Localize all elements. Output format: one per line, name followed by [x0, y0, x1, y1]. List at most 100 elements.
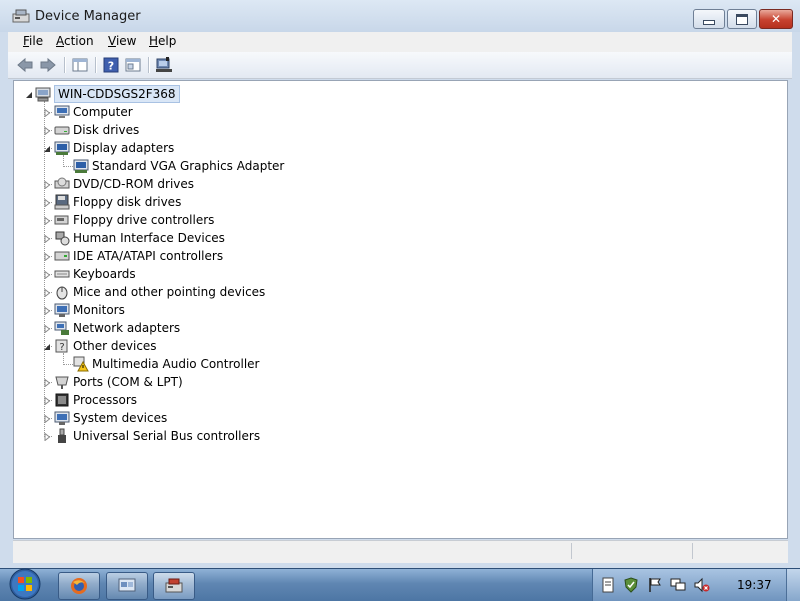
menu-file[interactable]: File	[23, 34, 43, 48]
close-button[interactable]: ✕	[759, 9, 793, 29]
tree-category-row[interactable]: Disk drives	[14, 121, 774, 139]
category-label[interactable]: Floppy drive controllers	[73, 212, 214, 228]
device-manager-taskbar-icon	[165, 578, 183, 593]
category-label[interactable]: Other devices	[73, 338, 157, 354]
expand-arrow-icon[interactable]	[42, 252, 51, 261]
tree-category-row[interactable]: System devices	[14, 409, 774, 427]
category-label[interactable]: Display adapters	[73, 140, 174, 156]
help-button[interactable]: ?	[101, 55, 121, 75]
category-label[interactable]: Universal Serial Bus controllers	[73, 428, 260, 444]
expand-arrow-icon[interactable]	[42, 432, 51, 441]
collapse-arrow-icon[interactable]	[42, 342, 51, 351]
menu-view[interactable]: View	[108, 34, 136, 48]
category-label[interactable]: Processors	[73, 392, 137, 408]
tree-category-row[interactable]: Mice and other pointing devices	[14, 283, 774, 301]
category-label[interactable]: System devices	[73, 410, 167, 426]
device-tree-pane[interactable]: WIN-CDDSGS2F368 Computer Disk drives Displ…	[13, 80, 788, 539]
taskbar-firefox-button[interactable]	[58, 572, 100, 600]
expand-arrow-icon[interactable]	[42, 126, 51, 135]
taskbar: 19:37	[0, 568, 800, 601]
tree-category-row[interactable]: Floppy disk drives	[14, 193, 774, 211]
minimize-button[interactable]	[693, 9, 725, 29]
title-bar[interactable]: Device Manager ✕	[0, 0, 800, 32]
network-tray-icon[interactable]	[670, 577, 686, 593]
menu-view-accel: V	[108, 34, 116, 48]
device-label[interactable]: Standard VGA Graphics Adapter	[92, 158, 284, 174]
category-label[interactable]: Ports (COM & LPT)	[73, 374, 183, 390]
tree-root-label[interactable]: WIN-CDDSGS2F368	[54, 85, 180, 103]
tree-category-row[interactable]: Computer	[14, 103, 774, 121]
category-label[interactable]: Network adapters	[73, 320, 180, 336]
expand-arrow-icon[interactable]	[42, 396, 51, 405]
maximize-button[interactable]	[727, 9, 757, 29]
volume-muted-icon[interactable]	[694, 577, 710, 593]
tree-category-row[interactable]: Monitors	[14, 301, 774, 319]
tree-category-row[interactable]: Network adapters	[14, 319, 774, 337]
device-label[interactable]: Multimedia Audio Controller	[92, 356, 259, 372]
show-desktop-button[interactable]	[786, 569, 800, 601]
expand-arrow-icon[interactable]	[42, 198, 51, 207]
tree-category-row[interactable]: Ports (COM & LPT)	[14, 373, 774, 391]
expand-arrow-icon[interactable]	[42, 234, 51, 243]
tree-category-row[interactable]: Universal Serial Bus controllers	[14, 427, 774, 445]
properties-icon	[125, 58, 141, 72]
expand-arrow-icon[interactable]	[42, 414, 51, 423]
maximize-icon	[736, 13, 748, 25]
toolbar-separator	[95, 57, 97, 73]
taskbar-network-button[interactable]	[106, 572, 148, 600]
category-label[interactable]: Keyboards	[73, 266, 136, 282]
category-label[interactable]: DVD/CD-ROM drives	[73, 176, 194, 192]
menu-help[interactable]: Help	[149, 34, 176, 48]
clock[interactable]: 19:37	[737, 578, 772, 592]
tree-device-row[interactable]: Multimedia Audio Controller	[14, 355, 774, 373]
tree-category-row[interactable]: Display adapters	[14, 139, 774, 157]
category-label[interactable]: Computer	[73, 104, 133, 120]
forward-button[interactable]	[38, 55, 58, 75]
tree-category-row[interactable]: ? Other devices	[14, 337, 774, 355]
expand-arrow-icon[interactable]	[42, 108, 51, 117]
show-hide-tree-button[interactable]	[70, 55, 90, 75]
expand-arrow-icon[interactable]	[42, 324, 51, 333]
expanded-triangle-icon	[25, 91, 32, 98]
category-label[interactable]: Mice and other pointing devices	[73, 284, 265, 300]
expand-arrow-icon[interactable]	[42, 288, 51, 297]
category-label[interactable]: Floppy disk drives	[73, 194, 181, 210]
display-adapter-icon	[54, 141, 70, 155]
warning-device-icon	[73, 356, 89, 372]
category-label[interactable]: IDE ATA/ATAPI controllers	[73, 248, 223, 264]
expand-arrow-icon[interactable]	[42, 270, 51, 279]
category-label[interactable]: Human Interface Devices	[73, 230, 225, 246]
expand-arrow-icon[interactable]	[42, 306, 51, 315]
back-button[interactable]	[15, 55, 35, 75]
tree-category-row[interactable]: Keyboards	[14, 265, 774, 283]
expand-arrow-icon[interactable]	[42, 180, 51, 189]
tree-root-row[interactable]: WIN-CDDSGS2F368	[14, 85, 774, 103]
expand-arrow-icon[interactable]	[42, 378, 51, 387]
tree-category-row[interactable]: Human Interface Devices	[14, 229, 774, 247]
taskbar-device-manager-button[interactable]	[153, 572, 195, 600]
action-center-flag-icon[interactable]	[647, 577, 663, 593]
device-manager-icon	[12, 9, 30, 23]
start-button-icon[interactable]	[5, 567, 45, 601]
tree-category-row[interactable]: IDE ATA/ATAPI controllers	[14, 247, 774, 265]
monitor-icon	[54, 303, 70, 317]
scan-hardware-icon	[156, 57, 172, 72]
tree-category-row[interactable]: Floppy drive controllers	[14, 211, 774, 229]
menu-action[interactable]: Action	[56, 34, 94, 48]
device-manager-window: Device Manager ✕ File Action View Help ?	[0, 0, 800, 568]
category-label[interactable]: Disk drives	[73, 122, 139, 138]
scan-hardware-button[interactable]	[154, 55, 174, 75]
document-tray-icon[interactable]	[600, 577, 616, 593]
toolbar-separator	[148, 57, 150, 73]
properties-button[interactable]	[123, 55, 143, 75]
collapse-arrow-icon[interactable]	[24, 90, 33, 99]
expand-arrow-icon[interactable]	[42, 216, 51, 225]
tree-category-row[interactable]: DVD/CD-ROM drives	[14, 175, 774, 193]
tree-device-row[interactable]: Standard VGA Graphics Adapter	[14, 157, 774, 175]
toolbar-separator	[64, 57, 66, 73]
system-device-icon	[54, 411, 70, 425]
tree-category-row[interactable]: Processors	[14, 391, 774, 409]
category-label[interactable]: Monitors	[73, 302, 125, 318]
collapse-arrow-icon[interactable]	[42, 144, 51, 153]
security-shield-icon[interactable]	[623, 577, 639, 593]
